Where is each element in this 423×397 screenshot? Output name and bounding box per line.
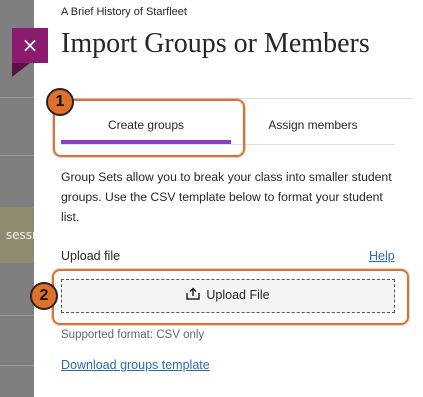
help-link[interactable]: Help (369, 249, 395, 263)
tab-assign-members[interactable]: Assign members (231, 110, 395, 140)
background-row-text: sessr (5, 228, 34, 242)
course-name: A Brief History of Starfleet (61, 6, 187, 18)
download-groups-template-link[interactable]: Download groups template (61, 358, 210, 372)
annotation-badge-1: 1 (46, 88, 74, 116)
background-divider (0, 315, 34, 316)
annotation-box-2 (52, 269, 409, 325)
close-tab-fold (12, 63, 30, 77)
background-divider (0, 155, 34, 156)
background-divider (0, 365, 34, 366)
page-title: Import Groups or Members (61, 28, 370, 59)
upload-file-label: Upload file (61, 249, 121, 263)
description-text: Group Sets allow you to break your class… (61, 170, 392, 224)
background-row: sessr (0, 207, 34, 263)
annotation-badge-2: 2 (30, 282, 58, 310)
close-icon: × (21, 33, 39, 57)
annotation-box-1 (53, 99, 245, 157)
close-panel-button[interactable]: × (12, 28, 48, 63)
supported-format-text: Supported format: CSV only (61, 329, 205, 341)
background-divider (0, 97, 34, 98)
